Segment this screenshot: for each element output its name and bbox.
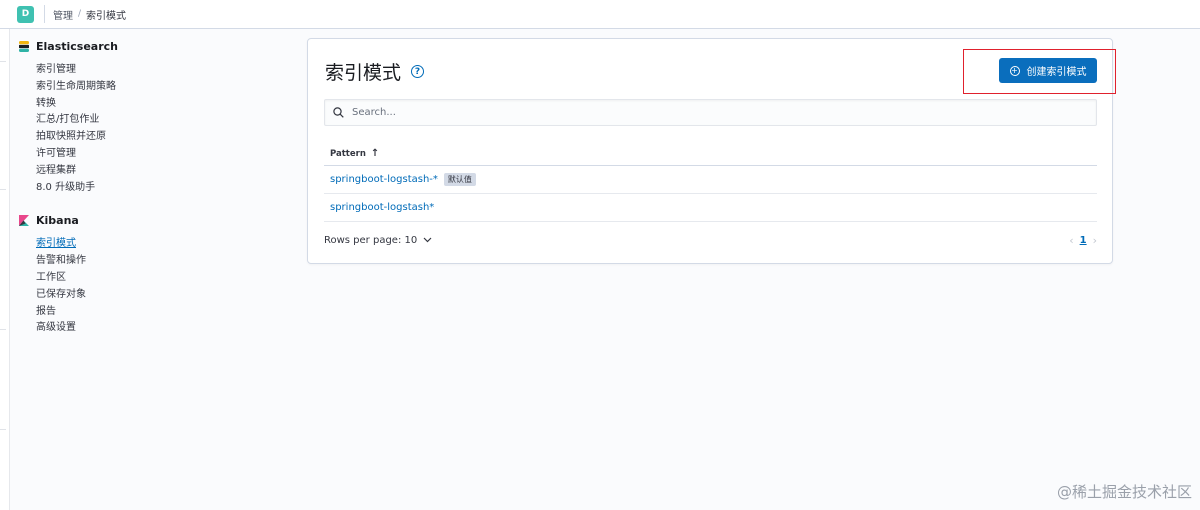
pagination: ‹ 1 › [1069, 234, 1097, 247]
sidebar-section-title: Elasticsearch [19, 40, 279, 53]
sort-ascending-icon[interactable]: ↑ [371, 148, 379, 159]
table-row: springboot-logstash* [324, 194, 1097, 222]
chevron-down-icon [423, 237, 432, 243]
sidebar-item-index-patterns[interactable]: 索引模式 [19, 236, 279, 253]
table-footer: Rows per page: 10 ‹ 1 › [324, 231, 1097, 249]
sidebar-section-title-text: Elasticsearch [36, 40, 119, 53]
watermark: @稀土掘金技术社区 [1056, 483, 1192, 501]
sidebar-item-ilm-policies[interactable]: 索引生命周期策略 [19, 79, 279, 96]
breadcrumb: 管理 / 索引模式 [53, 7, 126, 22]
sidebar-item-license-management[interactable]: 许可管理 [19, 146, 279, 163]
sidebar-item-snapshot-restore[interactable]: 拍取快照并还原 [19, 129, 279, 146]
sidebar-section-kibana: Kibana 索引模式 告警和操作 工作区 已保存对象 报告 高级设置 [19, 214, 279, 337]
kibana-logo-icon [19, 215, 29, 227]
sidebar-item-saved-objects[interactable]: 已保存对象 [19, 287, 279, 304]
index-patterns-panel: 索引模式 ? + 创建索引模式 Pattern ↑ springboot-log… [307, 38, 1116, 264]
sidebar-item-upgrade-assistant[interactable]: 8.0 升级助手 [19, 180, 279, 197]
table-row: springboot-logstash-* 默认值 [324, 166, 1097, 194]
default-badge: 默认值 [443, 173, 476, 186]
top-header: D 管理 / 索引模式 [0, 0, 1200, 29]
sidebar-item-rollup-jobs[interactable]: 汇总/打包作业 [19, 112, 279, 129]
rows-per-page-selector[interactable]: Rows per page: 10 [324, 235, 432, 246]
left-gutter [0, 29, 10, 510]
table-header-pattern[interactable]: Pattern ↑ [324, 142, 1097, 166]
plus-circle-icon: + [1009, 65, 1020, 76]
sidebar-section-elasticsearch: Elasticsearch 索引管理 索引生命周期策略 转换 汇总/打包作业 拍… [19, 40, 279, 196]
breadcrumb-management[interactable]: 管理 [53, 7, 73, 22]
page-number-button[interactable]: 1 [1080, 235, 1087, 246]
index-pattern-link[interactable]: springboot-logstash* [330, 202, 434, 213]
sidebar-item-advanced-settings[interactable]: 高级设置 [19, 320, 279, 337]
search-field[interactable] [324, 99, 1097, 126]
sidebar-item-remote-clusters[interactable]: 远程集群 [19, 163, 279, 180]
gutter-tick [0, 329, 6, 330]
header-divider [44, 5, 45, 23]
sidebar-item-index-management[interactable]: 索引管理 [19, 62, 279, 79]
breadcrumb-separator: / [78, 9, 82, 19]
column-header-label: Pattern [330, 148, 366, 159]
previous-page-icon[interactable]: ‹ [1069, 234, 1073, 247]
create-index-pattern-label: 创建索引模式 [1026, 67, 1087, 78]
gutter-tick [0, 61, 6, 62]
help-icon[interactable]: ? [411, 65, 425, 78]
next-page-icon[interactable]: › [1093, 234, 1097, 247]
sidebar-item-reporting[interactable]: 报告 [19, 304, 279, 321]
index-patterns-table: Pattern ↑ springboot-logstash-* 默认值 spri… [324, 142, 1097, 222]
index-pattern-link[interactable]: springboot-logstash-* [330, 174, 438, 185]
page-title-text: 索引模式 [325, 62, 402, 84]
gutter-tick [0, 429, 6, 430]
search-icon [333, 107, 344, 118]
sidebar-item-transforms[interactable]: 转换 [19, 96, 279, 113]
create-index-pattern-button[interactable]: + 创建索引模式 [999, 58, 1097, 83]
sidebar-section-title-text: Kibana [36, 214, 79, 228]
breadcrumb-index-patterns: 索引模式 [86, 10, 127, 22]
page-title: 索引模式 ? [325, 58, 425, 85]
rows-per-page-label: Rows per page: 10 [324, 234, 418, 246]
sidebar-section-title: Kibana [19, 214, 279, 227]
management-sidebar: Elasticsearch 索引管理 索引生命周期策略 转换 汇总/打包作业 拍… [19, 40, 279, 355]
space-avatar[interactable]: D [17, 5, 34, 23]
search-input[interactable] [352, 107, 1072, 118]
sidebar-item-spaces[interactable]: 工作区 [19, 270, 279, 287]
gutter-tick [0, 189, 6, 190]
sidebar-item-alerts-actions[interactable]: 告警和操作 [19, 253, 279, 270]
elasticsearch-logo-icon [19, 41, 29, 52]
